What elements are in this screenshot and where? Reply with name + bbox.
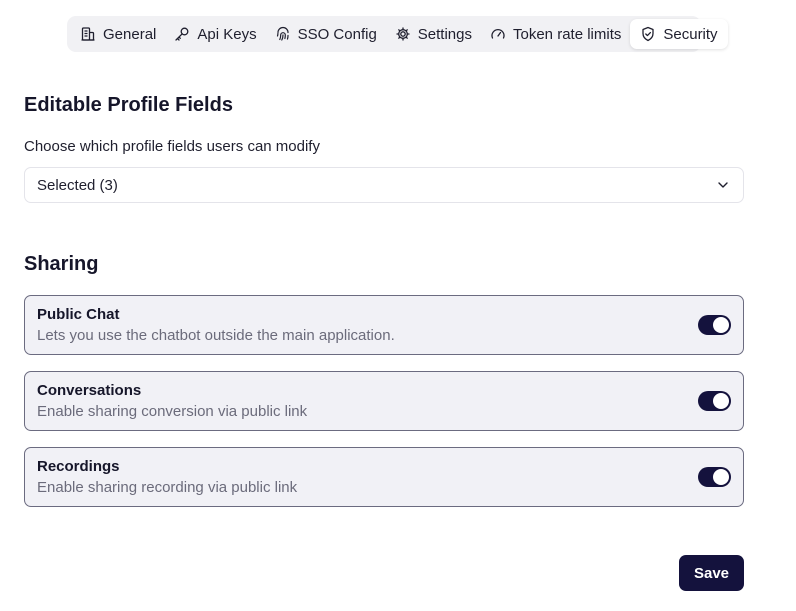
tab-sso-config[interactable]: SSO Config [266, 19, 386, 49]
tab-label: Settings [417, 25, 472, 43]
conversations-toggle[interactable] [698, 391, 731, 411]
sharing-item-title: Public Chat [37, 306, 120, 323]
save-button[interactable]: Save [679, 555, 744, 591]
profile-fields-heading: Editable Profile Fields [24, 94, 233, 116]
tab-settings[interactable]: Settings [386, 19, 481, 49]
tab-label: SSO Config [297, 25, 377, 43]
tab-token-rate-limits[interactable]: Token rate limits [481, 19, 630, 49]
sharing-item-description: Lets you use the chatbot outside the mai… [37, 327, 395, 344]
toggle-knob [713, 317, 729, 333]
tab-api-keys[interactable]: Api Keys [165, 19, 265, 49]
profile-fields-description: Choose which profile fields users can mo… [24, 138, 320, 155]
sharing-item-description: Enable sharing recording via public link [37, 479, 298, 496]
sharing-item-conversations: Conversations Enable sharing conversion … [24, 371, 744, 431]
sharing-item-description: Enable sharing conversion via public lin… [37, 403, 308, 420]
profile-fields-select[interactable]: Selected (3) [24, 167, 744, 203]
sharing-item-title: Recordings [37, 458, 120, 475]
tab-label: Api Keys [197, 25, 257, 43]
shield-icon [640, 26, 656, 42]
tab-security[interactable]: Security [630, 19, 728, 49]
select-value: Selected (3) [37, 176, 118, 194]
security-settings-page: General Api Keys SSO Config Settings Tok… [0, 0, 796, 611]
settings-tab-bar: General Api Keys SSO Config Settings Tok… [67, 16, 728, 52]
gear-icon [395, 26, 411, 42]
sharing-item-recordings: Recordings Enable sharing recording via … [24, 447, 744, 507]
toggle-knob [713, 393, 729, 409]
public-chat-toggle[interactable] [698, 315, 731, 335]
sharing-heading: Sharing [24, 253, 99, 275]
toggle-knob [713, 469, 729, 485]
key-icon [174, 26, 190, 42]
tab-label: Security [663, 25, 718, 43]
tab-label: Token rate limits [513, 25, 622, 43]
tab-label: General [103, 25, 157, 43]
recordings-toggle[interactable] [698, 467, 731, 487]
sharing-item-public-chat: Public Chat Lets you use the chatbot out… [24, 295, 744, 355]
tab-general[interactable]: General [71, 19, 165, 49]
gauge-icon [490, 26, 506, 42]
sharing-item-title: Conversations [37, 382, 142, 399]
chevron-down-icon [716, 178, 730, 192]
fingerprint-icon [275, 26, 291, 42]
building-icon [80, 26, 96, 42]
